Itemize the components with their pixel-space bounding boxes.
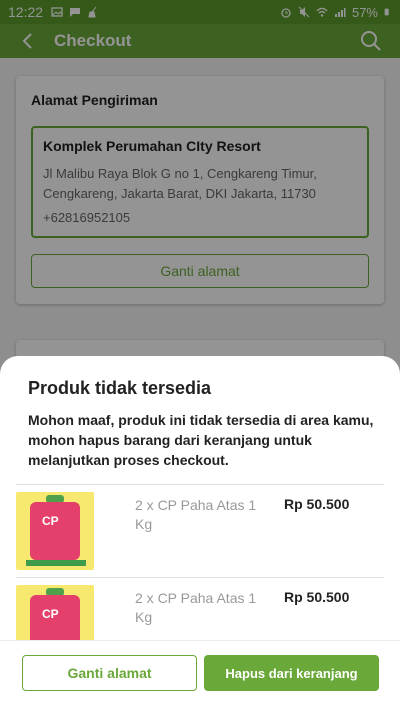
product-price: Rp 50.500 <box>284 589 350 605</box>
sheet-title: Produk tidak tersedia <box>28 378 212 398</box>
product-name: 2 x CP Paha Atas 1 Kg <box>135 497 257 532</box>
product-price: Rp 50.500 <box>284 496 350 512</box>
divider <box>16 577 384 578</box>
divider <box>16 484 384 485</box>
product-name: 2 x CP Paha Atas 1 Kg <box>135 590 257 625</box>
list-item: CP 2 x CP Paha Atas 1 Kg Rp 50.500 <box>0 492 400 582</box>
unavailable-product-sheet: Produk tidak tersedia Mohon maaf, produk… <box>0 356 400 711</box>
remove-from-cart-button[interactable]: Hapus dari keranjang <box>204 655 379 691</box>
product-image: CP <box>16 492 94 570</box>
product-pack-label: CP <box>42 607 59 621</box>
sheet-action-bar: Ganti alamat Hapus dari keranjang <box>0 640 400 711</box>
change-address-button[interactable]: Ganti alamat <box>22 655 197 691</box>
sheet-message: Mohon maaf, produk ini tidak tersedia di… <box>28 412 374 468</box>
product-pack-label: CP <box>42 514 59 528</box>
